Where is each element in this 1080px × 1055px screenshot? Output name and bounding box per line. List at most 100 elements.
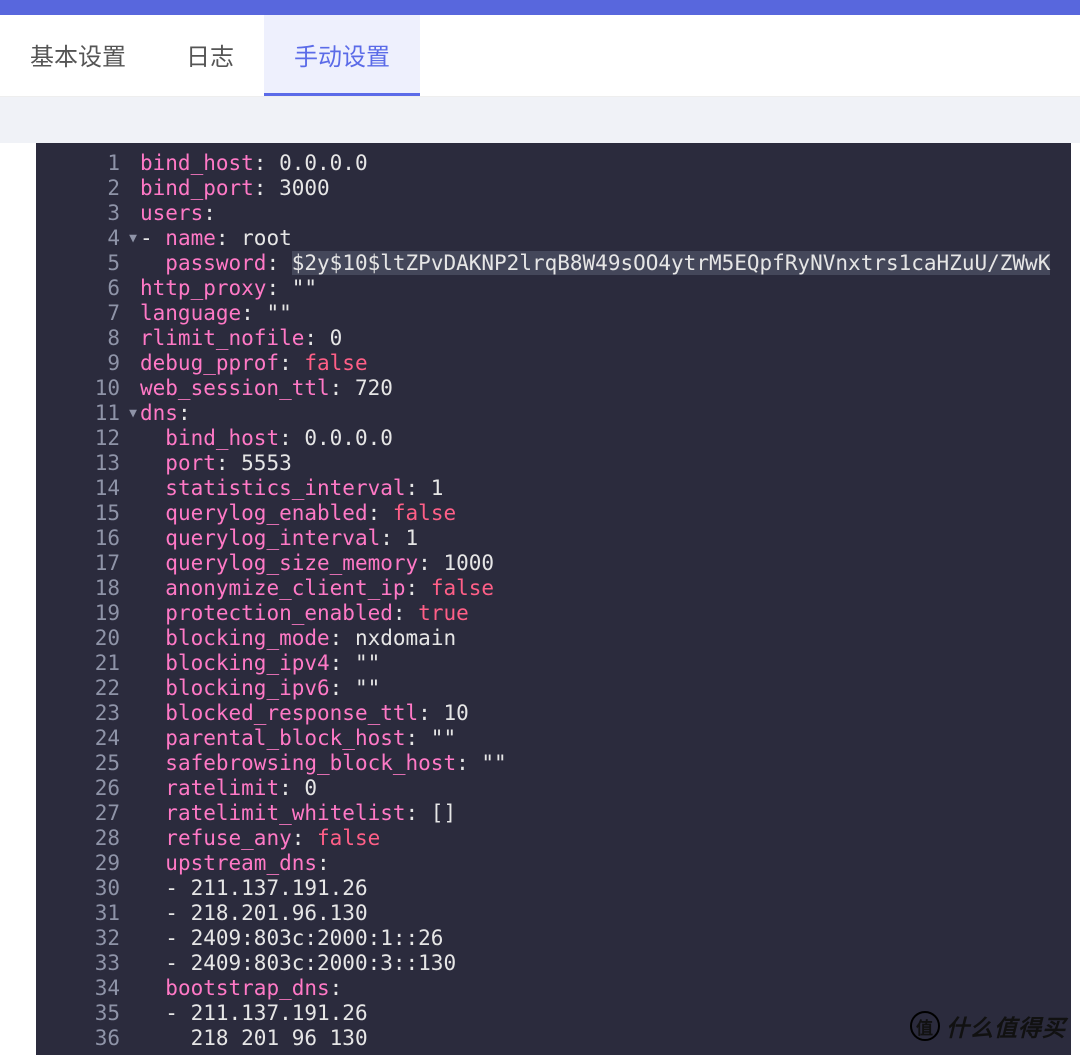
code-content: anonymize_client_ip: false — [140, 576, 494, 601]
code-content: querylog_interval: 1 — [140, 526, 418, 551]
line-number: 6 — [36, 276, 126, 301]
header-accent-bar — [0, 0, 1080, 15]
code-content: dns: — [140, 401, 191, 426]
code-content: debug_pprof: false — [140, 351, 368, 376]
code-content: parental_block_host: "" — [140, 726, 456, 751]
line-number: 24 — [36, 726, 126, 751]
code-line[interactable]: 28 refuse_any: false — [36, 826, 1071, 851]
watermark-badge-icon: 值 — [910, 1011, 940, 1041]
line-number: 25 — [36, 751, 126, 776]
code-line[interactable]: 5 password: $2y$10$ltZPvDAKNP2lrqB8W49sO… — [36, 251, 1071, 276]
code-content: ratelimit_whitelist: [] — [140, 801, 456, 826]
code-line[interactable]: 19 protection_enabled: true — [36, 601, 1071, 626]
code-line[interactable]: 1bind_host: 0.0.0.0 — [36, 151, 1071, 176]
line-number: 28 — [36, 826, 126, 851]
code-content: statistics_interval: 1 — [140, 476, 443, 501]
line-number: 32 — [36, 926, 126, 951]
tab-bar: 基本设置 日志 手动设置 — [0, 15, 1080, 97]
code-line[interactable]: 12 bind_host: 0.0.0.0 — [36, 426, 1071, 451]
line-number: 11 — [36, 401, 126, 426]
code-line[interactable]: 3 users: — [36, 201, 1071, 226]
code-content: http_proxy: "" — [140, 276, 317, 301]
line-number: 34 — [36, 976, 126, 1001]
code-line[interactable]: 25 safebrowsing_block_host: "" — [36, 751, 1071, 776]
code-content: bind_port: 3000 — [140, 176, 330, 201]
code-line[interactable]: 27 ratelimit_whitelist: [] — [36, 801, 1071, 826]
code-line[interactable]: 10 web_session_ttl: 720 — [36, 376, 1071, 401]
line-number: 31 — [36, 901, 126, 926]
code-line[interactable]: 23 blocked_response_ttl: 10 — [36, 701, 1071, 726]
line-number: 22 — [36, 676, 126, 701]
code-content: web_session_ttl: 720 — [140, 376, 393, 401]
code-line[interactable]: 21 blocking_ipv4: "" — [36, 651, 1071, 676]
code-content: - 211.137.191.26 — [140, 876, 368, 901]
code-content: ratelimit: 0 — [140, 776, 317, 801]
code-line[interactable]: 32 - 2409:803c:2000:1::26 — [36, 926, 1071, 951]
line-number: 7 — [36, 301, 126, 326]
code-content: bind_host: 0.0.0.0 — [140, 426, 393, 451]
code-content: - 2409:803c:2000:3::130 — [140, 951, 456, 976]
code-line[interactable]: 31 - 218.201.96.130 — [36, 901, 1071, 926]
code-content: blocking_mode: nxdomain — [140, 626, 456, 651]
code-line[interactable]: 14 statistics_interval: 1 — [36, 476, 1071, 501]
fold-toggle-icon[interactable]: ▼ — [126, 226, 140, 251]
tab-manual-settings[interactable]: 手动设置 — [264, 15, 420, 96]
code-content: refuse_any: false — [140, 826, 380, 851]
tab-basic-settings[interactable]: 基本设置 — [0, 15, 156, 96]
code-line[interactable]: 15 querylog_enabled: false — [36, 501, 1071, 526]
code-content: blocked_response_ttl: 10 — [140, 701, 469, 726]
yaml-editor[interactable]: 1bind_host: 0.0.0.02 bind_port: 3000 3 user… — [36, 143, 1071, 1055]
fold-toggle-icon[interactable]: ▼ — [126, 401, 140, 426]
code-line[interactable]: 4▼- name: root — [36, 226, 1071, 251]
code-content: - name: root — [140, 226, 292, 251]
line-number: 23 — [36, 701, 126, 726]
line-number: 36 — [36, 1026, 126, 1051]
code-content: protection_enabled: true — [140, 601, 469, 626]
code-content: bind_host: 0.0.0.0 — [140, 151, 368, 176]
code-line[interactable]: 26 ratelimit: 0 — [36, 776, 1071, 801]
code-line[interactable]: 9debug_pprof: false — [36, 351, 1071, 376]
line-number: 27 — [36, 801, 126, 826]
code-content: safebrowsing_block_host: "" — [140, 751, 507, 776]
code-line[interactable]: 30 - 211.137.191.26 — [36, 876, 1071, 901]
line-number: 20 — [36, 626, 126, 651]
content-gap — [0, 97, 1080, 143]
code-line[interactable]: 6 http_proxy: "" — [36, 276, 1071, 301]
code-content: 218 201 96 130 — [140, 1026, 368, 1051]
code-content: rlimit_nofile: 0 — [140, 326, 342, 351]
code-line[interactable]: 13 port: 5553 — [36, 451, 1071, 476]
code-line[interactable]: 20 blocking_mode: nxdomain — [36, 626, 1071, 651]
line-number: 30 — [36, 876, 126, 901]
code-line[interactable]: 22 blocking_ipv6: "" — [36, 676, 1071, 701]
code-line[interactable]: 34 bootstrap_dns: — [36, 976, 1071, 1001]
code-line[interactable]: 11▼dns: — [36, 401, 1071, 426]
line-number: 14 — [36, 476, 126, 501]
code-line[interactable]: 18 anonymize_client_ip: false — [36, 576, 1071, 601]
line-number: 10 — [36, 376, 126, 401]
line-number: 4 — [36, 226, 126, 251]
tab-logs[interactable]: 日志 — [156, 15, 264, 96]
line-number: 12 — [36, 426, 126, 451]
code-line[interactable]: 8 rlimit_nofile: 0 — [36, 326, 1071, 351]
code-content: querylog_size_memory: 1000 — [140, 551, 494, 576]
code-line[interactable]: 2 bind_port: 3000 — [36, 176, 1071, 201]
line-number: 13 — [36, 451, 126, 476]
code-content: blocking_ipv6: "" — [140, 676, 380, 701]
line-number: 8 — [36, 326, 126, 351]
code-content: - 2409:803c:2000:1::26 — [140, 926, 443, 951]
code-line[interactable]: 17 querylog_size_memory: 1000 — [36, 551, 1071, 576]
line-number: 26 — [36, 776, 126, 801]
line-number: 2 — [36, 176, 126, 201]
code-line[interactable]: 24 parental_block_host: "" — [36, 726, 1071, 751]
code-line[interactable]: 7language: "" — [36, 301, 1071, 326]
code-line[interactable]: 16 querylog_interval: 1 — [36, 526, 1071, 551]
line-number: 19 — [36, 601, 126, 626]
code-content: users: — [140, 201, 216, 226]
line-number: 17 — [36, 551, 126, 576]
watermark-text: 什么值得买 — [946, 1009, 1066, 1043]
code-line[interactable]: 29 upstream_dns: — [36, 851, 1071, 876]
line-number: 29 — [36, 851, 126, 876]
code-line[interactable]: 33 - 2409:803c:2000:3::130 — [36, 951, 1071, 976]
line-number: 3 — [36, 201, 126, 226]
editor-container: 1bind_host: 0.0.0.02 bind_port: 3000 3 user… — [0, 143, 1080, 1055]
